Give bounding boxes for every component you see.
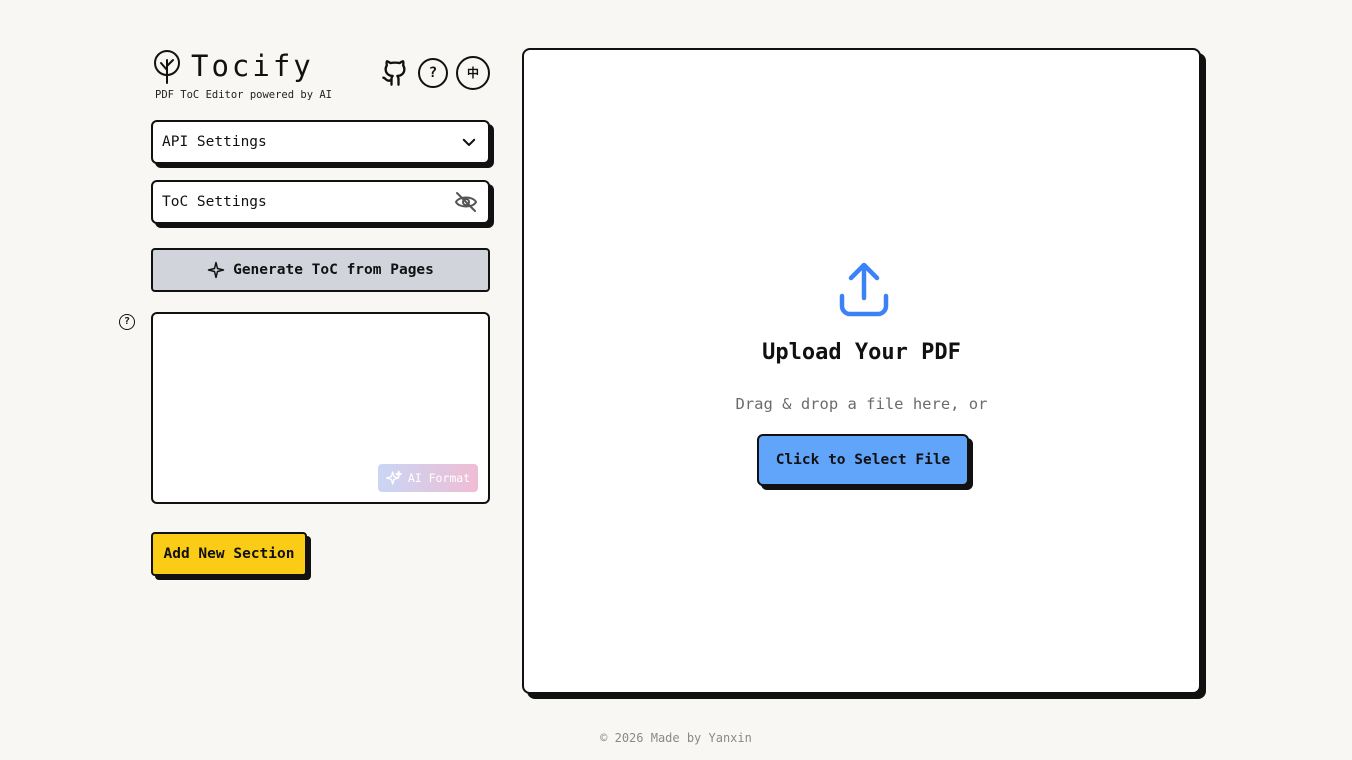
select-file-label: Click to Select File bbox=[775, 452, 951, 468]
sparkle-icon bbox=[207, 261, 225, 279]
brand: Tocify PDF ToC Editor powered by AI ? 中 bbox=[151, 48, 490, 108]
app-subtitle: PDF ToC Editor powered by AI bbox=[155, 89, 333, 101]
select-file-button[interactable]: Click to Select File bbox=[757, 434, 969, 486]
header-actions: ? 中 bbox=[380, 56, 490, 90]
upload-dropzone[interactable]: Upload Your PDF Drag & drop a file here,… bbox=[522, 48, 1201, 694]
generate-toc-button[interactable]: Generate ToC from Pages bbox=[151, 248, 490, 292]
api-settings-label: API Settings bbox=[162, 134, 267, 150]
editor-help-icon[interactable]: ? bbox=[119, 314, 135, 330]
language-label: 中 bbox=[466, 66, 479, 80]
toc-settings-toggle[interactable]: ToC Settings bbox=[151, 180, 490, 224]
upload-subtitle: Drag & drop a file here, or bbox=[735, 395, 988, 413]
chevron-down-icon bbox=[462, 138, 476, 146]
ai-format-button[interactable]: AI Format bbox=[378, 464, 478, 492]
help-button[interactable]: ? bbox=[418, 58, 448, 88]
toc-settings-label: ToC Settings bbox=[162, 194, 267, 210]
help-label: ? bbox=[428, 65, 438, 81]
language-toggle-button[interactable]: 中 bbox=[456, 56, 490, 90]
github-icon[interactable] bbox=[380, 58, 410, 88]
upload-title: Upload Your PDF bbox=[762, 340, 961, 365]
add-section-label: Add New Section bbox=[163, 546, 295, 562]
eye-off-icon[interactable] bbox=[454, 190, 478, 214]
api-settings-toggle[interactable]: API Settings bbox=[151, 120, 490, 164]
tree-icon bbox=[154, 50, 180, 84]
generate-toc-label: Generate ToC from Pages bbox=[233, 262, 434, 278]
upload-icon bbox=[839, 262, 889, 317]
toc-editor[interactable]: AI Format bbox=[151, 312, 490, 504]
sparkles-icon bbox=[385, 470, 402, 485]
footer: © 2026 Made by Yanxin bbox=[600, 731, 752, 745]
editor-help-label: ? bbox=[123, 316, 131, 327]
sidebar: Tocify PDF ToC Editor powered by AI ? 中 … bbox=[151, 48, 490, 576]
ai-format-label: AI Format bbox=[407, 471, 471, 485]
add-section-button[interactable]: Add New Section bbox=[151, 532, 307, 576]
app-title: Tocify bbox=[191, 49, 314, 83]
